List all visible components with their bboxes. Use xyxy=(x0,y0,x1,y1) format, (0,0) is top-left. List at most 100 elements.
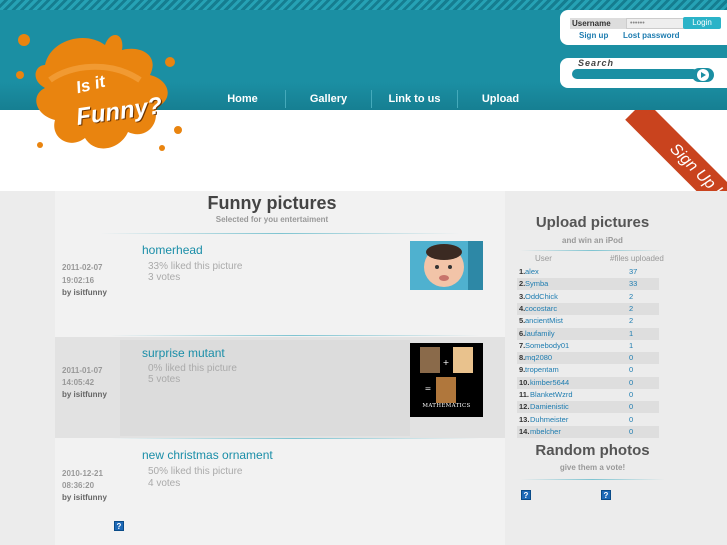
leaderboard-row: 3. OddChick 2 xyxy=(517,291,659,303)
upload-title: Upload pictures xyxy=(535,214,650,231)
leaderboard-user-link[interactable]: Damienistic xyxy=(530,401,569,413)
leaderboard-rank: 11. xyxy=(519,390,530,399)
leaderboard-count: 2 xyxy=(629,303,634,313)
leaderboard-row: 2. Symba 33 xyxy=(517,278,659,291)
post-liked: 50% liked this picture xyxy=(148,466,243,477)
leaderboard-rank: 13. xyxy=(519,414,530,424)
post-thumbnail[interactable]: + = MATHEMATICS xyxy=(410,343,483,417)
post-title-link[interactable]: homerhead xyxy=(142,243,203,257)
leaderboard-count: 1 xyxy=(629,340,634,350)
leaderboard-row: 12. Damienistic 0 xyxy=(517,401,659,414)
login-button[interactable]: Login xyxy=(683,17,721,29)
svg-text:+: + xyxy=(443,358,450,367)
leaderboard-count: 0 xyxy=(629,414,634,424)
missing-image-icon[interactable]: ? xyxy=(521,490,531,500)
post-author: by isitfunny xyxy=(62,493,107,502)
leaderboard-row: 5. ancientMist 2 xyxy=(517,315,659,327)
leaderboard-rank: 14. xyxy=(519,426,530,436)
play-arrow-icon xyxy=(697,69,709,81)
page-title: Funny pictures xyxy=(207,193,337,213)
leaderboard-user-link[interactable]: kimber5644 xyxy=(530,377,569,389)
leaderboard-rank: 12. xyxy=(519,402,530,412)
nav-upload[interactable]: Upload xyxy=(458,88,543,110)
search-input[interactable] xyxy=(572,69,698,79)
leaderboard-user-link[interactable]: Duhmeister xyxy=(530,414,568,426)
leaderboard-row: 6. laufamily 1 xyxy=(517,327,659,340)
col-header-files: #files uploaded xyxy=(610,254,664,263)
leaderboard-user-link[interactable]: BlanketWzrd xyxy=(530,389,573,401)
header-stripes xyxy=(0,0,727,10)
leaderboard-user-link[interactable]: laufamily xyxy=(525,328,555,340)
post-time: 08:36:20 xyxy=(62,481,95,490)
upload-subtitle: and win an iPod xyxy=(562,236,623,245)
site-logo[interactable]: Is it Funny? xyxy=(10,20,185,160)
leaderboard-user-link[interactable]: tropentam xyxy=(525,364,559,376)
post-votes: 3 votes xyxy=(148,272,181,283)
random-photos-title: Random photos xyxy=(535,442,650,459)
signup-link[interactable]: Sign up xyxy=(579,31,608,40)
username-field[interactable]: Username xyxy=(570,18,626,29)
post-author: by isitfunny xyxy=(62,288,107,297)
leaderboard-count: 2 xyxy=(629,291,634,301)
leaderboard-count: 1 xyxy=(629,328,634,338)
leaderboard-row: 1. alex 37 xyxy=(517,266,659,278)
post-votes: 5 votes xyxy=(148,374,181,385)
post-divider xyxy=(110,335,480,336)
leaderboard-row: 7. Somebody01 1 xyxy=(517,340,659,352)
leaderboard-rank: 10. xyxy=(519,377,530,387)
leaderboard-row: 14. mbelcher 0 xyxy=(517,425,659,438)
leaderboard-user-link[interactable]: Symba xyxy=(525,278,548,290)
leaderboard-user-link[interactable]: cocostarc xyxy=(525,303,557,315)
missing-image-icon[interactable]: ? xyxy=(601,490,611,500)
leaderboard-user-link[interactable]: OddChick xyxy=(525,291,558,303)
col-header-user: User xyxy=(535,254,552,263)
post-time: 14:05:42 xyxy=(62,378,95,387)
nav-gallery[interactable]: Gallery xyxy=(286,88,371,110)
leaderboard-count: 0 xyxy=(629,426,634,436)
main-nav: Home Gallery Link to us Upload xyxy=(200,88,543,110)
leaderboard-count: 33 xyxy=(629,279,638,289)
leaderboard-user-link[interactable]: Somebody01 xyxy=(525,340,569,352)
leaderboard-count: 2 xyxy=(629,316,634,326)
leaderboard-row: 13. Duhmeister 0 xyxy=(517,414,659,426)
leaderboard-row: 9. tropentam 0 xyxy=(517,364,659,376)
leaderboard-count: 0 xyxy=(629,353,634,363)
post-title-link[interactable]: surprise mutant xyxy=(142,346,225,360)
leaderboard-row: 10. kimber5644 0 xyxy=(517,376,659,389)
post-votes: 4 votes xyxy=(148,478,181,489)
random-photos-subtitle: give them a vote! xyxy=(559,463,626,472)
leaderboard-user-link[interactable]: ancientMist xyxy=(525,315,563,327)
leaderboard-user-link[interactable]: mbelcher xyxy=(530,426,561,438)
post-thumbnail[interactable] xyxy=(410,241,483,290)
sidebar-divider xyxy=(520,479,665,480)
leaderboard-user-link[interactable]: mq2080 xyxy=(525,352,552,364)
post-date: 2010-12-21 xyxy=(62,469,103,478)
leaderboard-row: 11. BlanketWzrd 0 xyxy=(517,389,659,401)
post-date: 2011-02-07 xyxy=(62,263,103,272)
search-button[interactable] xyxy=(692,68,714,82)
post-liked: 0% liked this picture xyxy=(148,363,237,374)
post-author: by isitfunny xyxy=(62,390,107,399)
post-time: 19:02:16 xyxy=(62,276,95,285)
leaderboard-count: 0 xyxy=(629,390,634,399)
title-divider xyxy=(100,233,460,234)
page-subtitle: Selected for you entertaiment xyxy=(215,215,329,224)
sidebar-divider xyxy=(520,250,665,251)
post-liked: 33% liked this picture xyxy=(148,261,243,272)
nav-link-to-us[interactable]: Link to us xyxy=(372,88,457,110)
login-panel: Username •••••• Login Sign up Lost passw… xyxy=(560,10,727,45)
post-divider xyxy=(110,438,480,439)
missing-image-icon[interactable]: ? xyxy=(114,521,124,531)
meme-caption: MATHEMATICS xyxy=(422,403,471,409)
leaderboard-count: 0 xyxy=(629,377,634,387)
leaderboard-count: 0 xyxy=(629,402,634,412)
leaderboard-row: 4. cocostarc 2 xyxy=(517,302,659,315)
search-label: Search xyxy=(578,58,615,68)
svg-text:=: = xyxy=(425,384,432,393)
leaderboard-user-link[interactable]: alex xyxy=(525,266,539,278)
nav-home[interactable]: Home xyxy=(200,88,285,110)
post-title-link[interactable]: new christmas ornament xyxy=(142,448,273,462)
baby-photo-icon xyxy=(410,241,483,290)
lost-password-link[interactable]: Lost password xyxy=(623,31,679,40)
password-field[interactable]: •••••• xyxy=(626,18,684,29)
